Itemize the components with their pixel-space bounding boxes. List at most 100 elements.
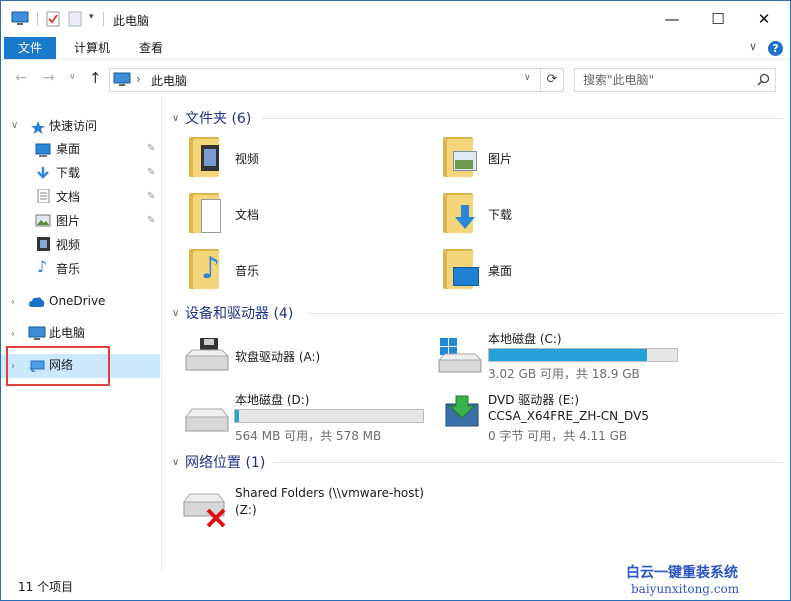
drive-label-d[interactable]: 本地磁盘 (D:) bbox=[235, 391, 309, 408]
videos-icon bbox=[37, 237, 50, 251]
drive-c-space: 3.02 GB 可用，共 18.9 GB bbox=[488, 367, 640, 381]
item-count: 11 个项目 bbox=[18, 580, 74, 594]
desktop-icon bbox=[35, 143, 51, 157]
group-header-network[interactable]: 网络位置 (1) bbox=[185, 452, 265, 472]
folder-label-videos[interactable]: 视频 bbox=[235, 150, 259, 167]
nav-downloads[interactable]: 下载 bbox=[56, 162, 80, 184]
chevron-down-icon[interactable]: ∨ bbox=[172, 113, 179, 124]
close-button[interactable]: ✕ bbox=[741, 1, 787, 37]
minimize-button[interactable]: — bbox=[649, 1, 695, 37]
help-icon[interactable]: ? bbox=[768, 41, 783, 56]
chevron-down-icon[interactable]: ∨ bbox=[172, 308, 179, 319]
chevron-right-icon[interactable]: › bbox=[11, 297, 15, 308]
group-divider bbox=[274, 462, 782, 463]
disconnected-network-drive-icon[interactable] bbox=[182, 488, 234, 528]
folder-label-pictures[interactable]: 图片 bbox=[488, 150, 512, 167]
drive-label-e[interactable]: DVD 驱动器 (E:) bbox=[488, 391, 579, 408]
desktop-folder-icon[interactable] bbox=[443, 249, 483, 291]
properties-icon[interactable] bbox=[46, 11, 60, 27]
back-arrow-icon[interactable]: ← bbox=[15, 70, 27, 86]
address-dropdown-icon[interactable]: ∨ bbox=[524, 73, 531, 83]
address-bar[interactable]: › 此电脑 ∨ bbox=[109, 68, 541, 92]
pin-icon[interactable]: ✎ bbox=[147, 143, 155, 154]
chevron-down-icon[interactable]: ∨ bbox=[172, 457, 179, 468]
ribbon-tabs: 文件 计算机 查看 ∨ ? bbox=[1, 37, 790, 59]
chevron-right-icon[interactable]: › bbox=[11, 329, 15, 340]
nav-videos[interactable]: 视频 bbox=[56, 234, 80, 256]
breadcrumb-this-pc[interactable]: 此电脑 bbox=[151, 72, 187, 89]
refresh-button[interactable]: ⟳ bbox=[540, 68, 564, 92]
navigation-pane: ∨ 快速访问 桌面 ✎ 下载 ✎ 文档 ✎ 图片 ✎ 视频 ♪ 音乐 › One… bbox=[1, 96, 162, 572]
watermark-title: 白云一键重装系统 bbox=[626, 565, 738, 581]
group-divider bbox=[262, 118, 782, 119]
documents-icon bbox=[37, 189, 50, 203]
search-box[interactable] bbox=[574, 68, 776, 92]
nav-music[interactable]: 音乐 bbox=[56, 258, 80, 280]
drive-d-space: 564 MB 可用，共 578 MB bbox=[235, 429, 382, 443]
qat-separator bbox=[103, 12, 104, 26]
computer-icon bbox=[113, 72, 131, 86]
search-input[interactable] bbox=[583, 72, 753, 88]
download-icon bbox=[37, 167, 49, 179]
folder-label-documents[interactable]: 文档 bbox=[235, 206, 259, 223]
pictures-icon bbox=[35, 214, 51, 227]
ribbon-expand-icon[interactable]: ∨ bbox=[749, 40, 757, 53]
folder-label-downloads[interactable]: 下载 bbox=[488, 206, 512, 223]
nav-this-pc[interactable]: 此电脑 bbox=[49, 322, 85, 344]
new-folder-icon[interactable] bbox=[68, 11, 82, 27]
computer-icon bbox=[28, 326, 46, 340]
videos-folder-icon[interactable] bbox=[189, 137, 229, 179]
documents-folder-icon[interactable] bbox=[189, 193, 229, 235]
address-row: ← → ∨ ↑ › 此电脑 ∨ ⟳ bbox=[1, 59, 790, 96]
drive-e-space: 0 字节 可用，共 4.11 GB bbox=[488, 429, 628, 443]
star-icon bbox=[31, 121, 45, 134]
drive-label-a[interactable]: 软盘驱动器 (A:) bbox=[235, 348, 320, 365]
highlight-box bbox=[6, 346, 110, 386]
music-icon: ♪ bbox=[37, 257, 48, 276]
system-drive-icon[interactable] bbox=[437, 336, 483, 376]
group-header-folders[interactable]: 文件夹 (6) bbox=[185, 108, 251, 128]
computer-icon bbox=[11, 11, 29, 25]
nav-onedrive[interactable]: OneDrive bbox=[49, 290, 105, 312]
dvd-drive-icon[interactable] bbox=[442, 392, 482, 432]
recent-dropdown-icon[interactable]: ∨ bbox=[69, 72, 76, 82]
qat-separator bbox=[37, 12, 38, 26]
pictures-folder-icon[interactable] bbox=[443, 137, 483, 179]
pin-icon[interactable]: ✎ bbox=[147, 215, 155, 226]
drive-label-c[interactable]: 本地磁盘 (C:) bbox=[488, 330, 562, 347]
up-arrow-icon[interactable]: ↑ bbox=[89, 69, 102, 87]
drive-c-usage-bar bbox=[488, 348, 678, 362]
nav-desktop[interactable]: 桌面 bbox=[56, 138, 80, 160]
tab-file[interactable]: 文件 bbox=[4, 37, 56, 59]
maximize-button[interactable]: ☐ bbox=[695, 1, 741, 37]
chevron-down-icon[interactable]: ∨ bbox=[11, 120, 18, 131]
nav-quick-access[interactable]: 快速访问 bbox=[49, 115, 97, 137]
network-share-name[interactable]: Shared Folders (\\vmware-host) bbox=[235, 486, 424, 500]
folder-label-music[interactable]: 音乐 bbox=[235, 262, 259, 279]
tab-view[interactable]: 查看 bbox=[139, 37, 163, 59]
drive-d-usage-bar bbox=[234, 409, 424, 423]
cloud-icon bbox=[29, 297, 45, 307]
folder-label-desktop[interactable]: 桌面 bbox=[488, 262, 512, 279]
pin-icon[interactable]: ✎ bbox=[147, 167, 155, 178]
tab-computer[interactable]: 计算机 bbox=[74, 37, 110, 59]
window-title: 此电脑 bbox=[113, 14, 150, 28]
search-icon[interactable] bbox=[757, 73, 770, 86]
title-bar: ▾ 此电脑 — ☐ ✕ bbox=[1, 1, 790, 37]
nav-pictures[interactable]: 图片 bbox=[56, 210, 80, 232]
pin-icon[interactable]: ✎ bbox=[147, 191, 155, 202]
content-pane: ∨ 文件夹 (6) 视频 图片 文档 下载 ♪ 音乐 桌面 ∨ 设备和驱动器 (… bbox=[162, 96, 790, 572]
network-share-letter[interactable]: (Z:) bbox=[235, 503, 257, 517]
downloads-folder-icon[interactable] bbox=[443, 193, 483, 235]
file-explorer-window: ▾ 此电脑 — ☐ ✕ 文件 计算机 查看 ∨ ? ← → ∨ ↑ › 此电脑 … bbox=[0, 0, 791, 601]
floppy-drive-icon[interactable] bbox=[184, 336, 230, 374]
qat-dropdown-icon[interactable]: ▾ bbox=[89, 12, 94, 22]
nav-documents[interactable]: 文档 bbox=[56, 186, 80, 208]
watermark-url: baiyunxitong.com bbox=[631, 582, 740, 596]
forward-arrow-icon[interactable]: → bbox=[43, 70, 55, 86]
group-header-devices[interactable]: 设备和驱动器 (4) bbox=[185, 303, 293, 323]
drive-label-e-volume[interactable]: CCSA_X64FRE_ZH-CN_DV5 bbox=[488, 409, 649, 423]
local-drive-icon[interactable] bbox=[184, 399, 230, 437]
music-folder-icon[interactable]: ♪ bbox=[189, 249, 229, 291]
breadcrumb-separator[interactable]: › bbox=[136, 72, 141, 86]
